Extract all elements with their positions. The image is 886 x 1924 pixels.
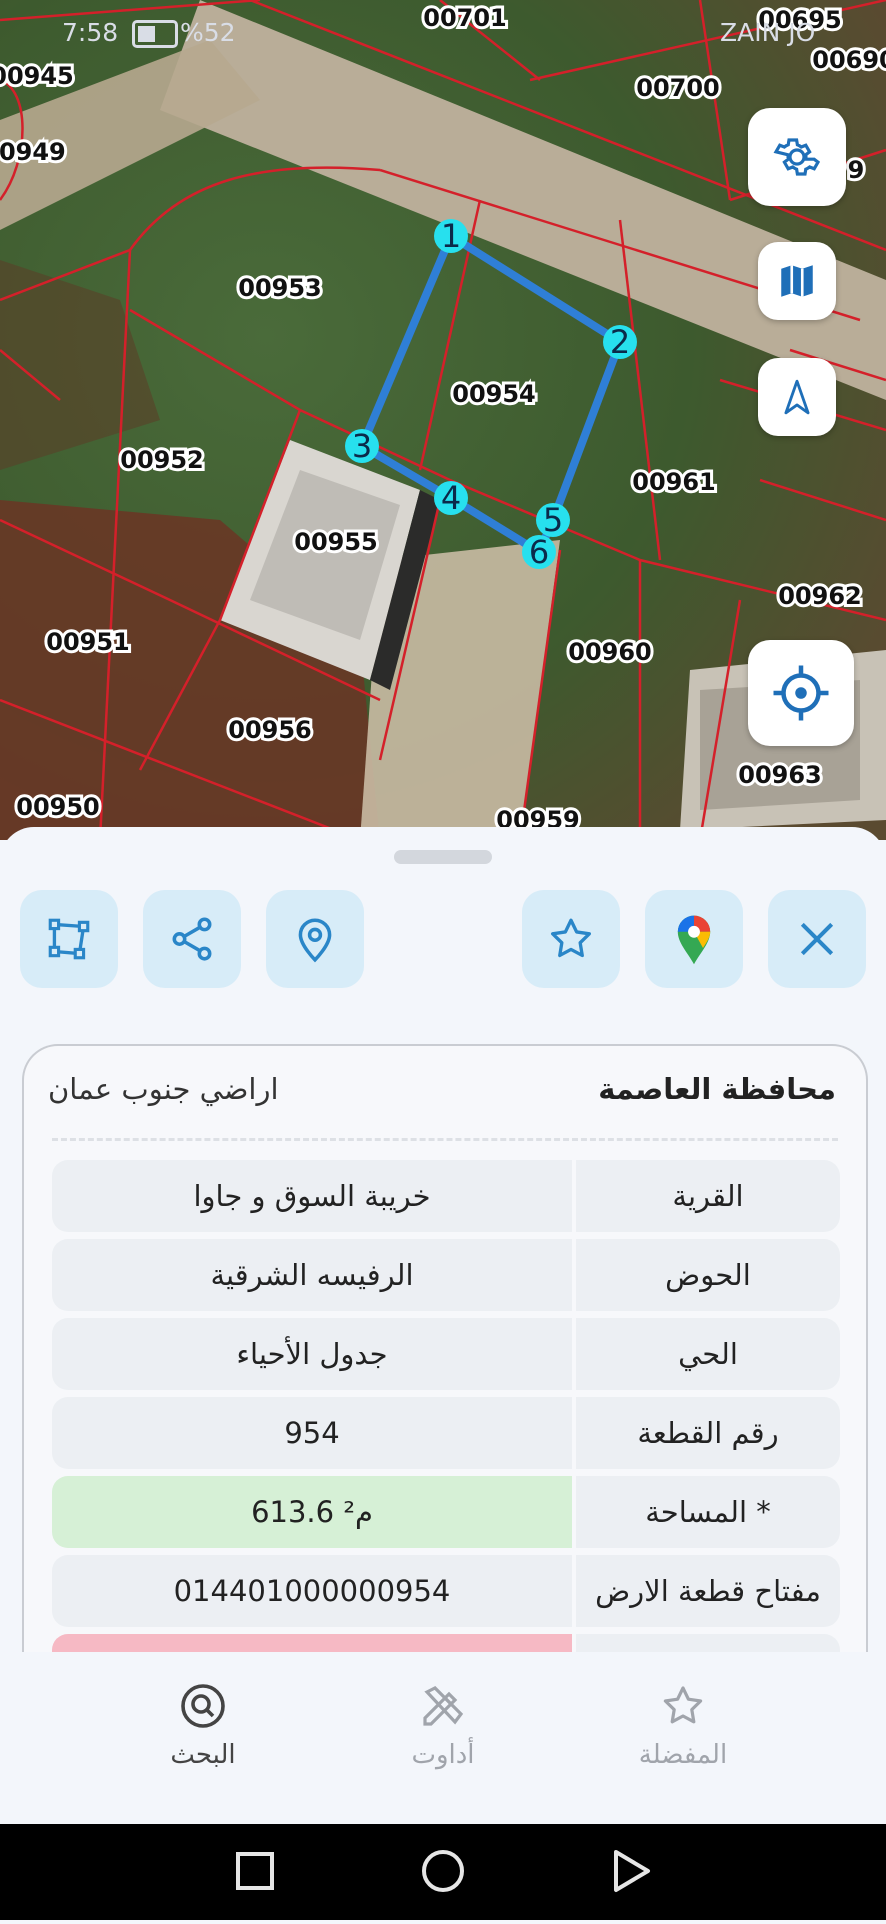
map-icon — [781, 265, 813, 297]
row-parcel-number: رقم القطعة 954 — [52, 1397, 840, 1469]
polygon-icon — [48, 918, 90, 960]
gear-icon — [773, 138, 821, 176]
location-pin-icon — [298, 918, 332, 963]
parcel-label: 9 — [848, 156, 865, 184]
battery-icon — [132, 20, 178, 48]
parcel-label: 00951 — [46, 628, 130, 656]
google-maps-icon — [677, 915, 711, 965]
open-google-maps-button[interactable] — [645, 890, 743, 988]
divider — [52, 1138, 838, 1141]
nav-favorites-label: المفضلة — [638, 1740, 728, 1770]
nav-search[interactable]: البحث — [103, 1682, 303, 1770]
favorite-button[interactable] — [522, 890, 620, 988]
star-icon — [663, 1686, 703, 1724]
row-label: رقم القطعة — [576, 1397, 840, 1469]
vertex-number: 6 — [529, 533, 549, 571]
parcel-label: 00955 — [294, 528, 378, 556]
status-bar: 7:58 %52 ZAIN JO — [0, 6, 886, 54]
star-icon — [551, 918, 591, 958]
parcel-details-card: محافظة العاصمة اراضي جنوب عمان القرية خر… — [22, 1044, 868, 1706]
location-button[interactable] — [266, 890, 364, 988]
sheet-drag-handle[interactable] — [394, 850, 492, 864]
vertex-number: 4 — [441, 479, 461, 517]
close-button[interactable] — [768, 890, 866, 988]
system-navigation-bar — [0, 1824, 886, 1920]
parcel-label: 00953 — [238, 274, 322, 302]
map-layers-button[interactable] — [758, 242, 836, 320]
parcel-label: 00950 — [16, 793, 100, 821]
recent-apps-icon[interactable] — [236, 1852, 274, 1890]
row-basin: الحوض الرفيسه الشرقية — [52, 1239, 840, 1311]
row-label: القرية — [576, 1160, 840, 1232]
parcel-label: 00949 — [0, 138, 66, 166]
share-icon — [172, 917, 212, 961]
vertex-number: 3 — [352, 427, 372, 465]
parcel-label: 00956 — [228, 716, 312, 744]
row-label: الحوض — [576, 1239, 840, 1311]
parcel-label: 00963 — [738, 761, 822, 789]
locate-me-button[interactable] — [748, 640, 854, 746]
row-value: 954 — [52, 1397, 572, 1469]
row-label: مفتاح قطعة الارض — [576, 1555, 840, 1627]
row-land-key: مفتاح قطعة الارض 014401000000954 — [52, 1555, 840, 1627]
back-icon[interactable] — [614, 1850, 650, 1892]
nav-favorites[interactable]: المفضلة — [583, 1682, 783, 1770]
row-village: القرية خريبة السوق و جاوا — [52, 1160, 840, 1232]
row-value: 613.6 م² — [52, 1476, 572, 1548]
tools-icon — [423, 1686, 464, 1726]
row-area: المساحة * 613.6 م² — [52, 1476, 840, 1548]
close-icon — [800, 922, 834, 956]
compass-button[interactable] — [758, 358, 836, 436]
draw-polygon-button[interactable] — [20, 890, 118, 988]
bottom-navigation: البحث أداوت المفضلة — [0, 1652, 886, 1824]
parcel-label: 00945 — [0, 62, 74, 90]
governorate-title: محافظة العاصمة — [598, 1072, 836, 1106]
region-name: اراضي جنوب عمان — [48, 1072, 279, 1106]
row-value: خريبة السوق و جاوا — [52, 1160, 572, 1232]
vertex-number: 2 — [610, 323, 630, 361]
battery-percent: %52 — [180, 18, 236, 47]
parcel-label: 00962 — [778, 582, 862, 610]
row-district: الحي جدول الأحياء — [52, 1318, 840, 1390]
nav-tools[interactable]: أداوت — [343, 1682, 543, 1770]
share-button[interactable] — [143, 890, 241, 988]
parcel-label: 00961 — [632, 468, 716, 496]
card-header: محافظة العاصمة اراضي جنوب عمان — [24, 1046, 866, 1136]
vertex-number: 1 — [441, 217, 461, 255]
row-value: الرفيسه الشرقية — [52, 1239, 572, 1311]
parcel-label: 00700 — [636, 74, 720, 102]
row-label: الحي — [576, 1318, 840, 1390]
search-icon — [181, 1684, 225, 1728]
carrier-name: ZAIN JO — [720, 18, 816, 47]
settings-button[interactable] — [748, 108, 846, 206]
parcel-label: 00960 — [568, 638, 652, 666]
row-value: جدول الأحياء — [52, 1318, 572, 1390]
status-time: 7:58 — [62, 18, 119, 47]
nav-tools-label: أداوت — [411, 1740, 475, 1770]
row-label: المساحة * — [576, 1476, 840, 1548]
locate-icon — [773, 665, 829, 721]
home-icon[interactable] — [422, 1850, 464, 1892]
row-value: 014401000000954 — [52, 1555, 572, 1627]
nav-search-label: البحث — [170, 1740, 236, 1770]
parcel-label: 00952 — [120, 446, 204, 474]
parcel-label: 00954 — [452, 380, 536, 408]
compass-icon — [784, 379, 810, 415]
